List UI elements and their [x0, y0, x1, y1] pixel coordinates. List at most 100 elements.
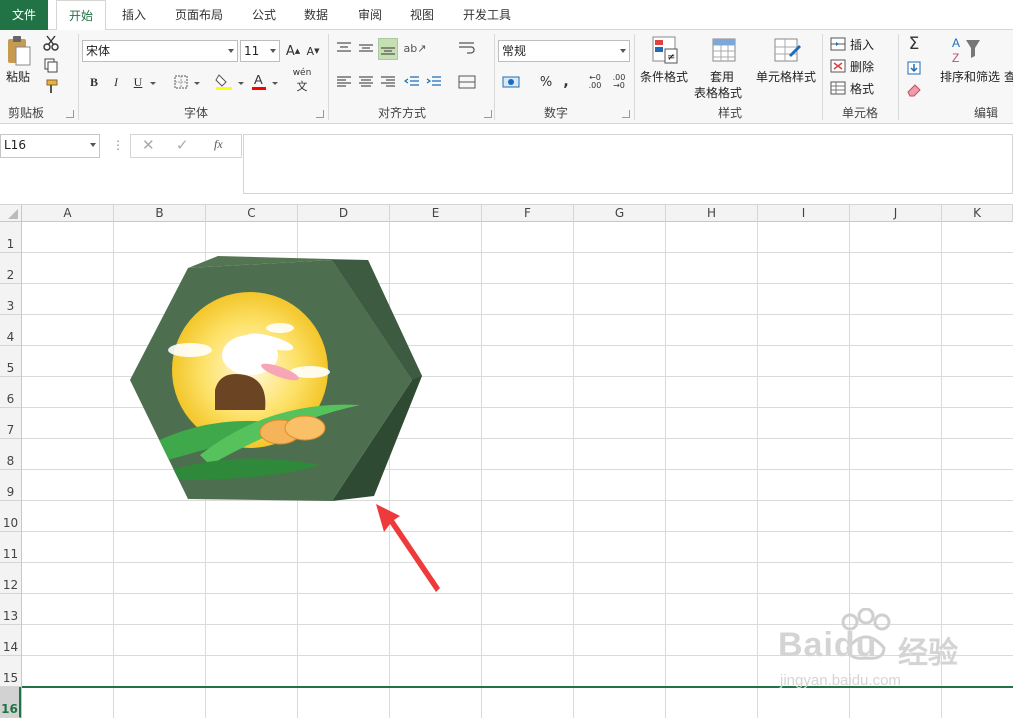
format-as-table-icon[interactable]	[710, 34, 740, 66]
tab-insert[interactable]: 插入	[112, 0, 156, 30]
increase-indent-icon[interactable]	[424, 72, 444, 92]
row-header[interactable]: 11	[0, 532, 21, 563]
tab-review[interactable]: 审阅	[348, 0, 392, 30]
cancel-icon[interactable]: ✕	[142, 136, 155, 154]
paste-label[interactable]: 粘贴	[6, 68, 30, 85]
column-header-e[interactable]: E	[390, 205, 482, 222]
increase-font-icon[interactable]: A ▲	[284, 40, 302, 62]
tab-home[interactable]: 开始	[56, 0, 106, 31]
row-header[interactable]: 3	[0, 284, 21, 315]
insert-cells-icon[interactable]	[830, 36, 846, 52]
chevron-down-icon[interactable]	[192, 78, 202, 88]
font-color-icon[interactable]: A	[250, 70, 268, 92]
decrease-font-icon[interactable]: A ▼	[304, 40, 322, 62]
column-header-b[interactable]: B	[114, 205, 206, 222]
column-header-c[interactable]: C	[206, 205, 298, 222]
align-center-icon[interactable]	[356, 72, 376, 92]
cut-icon[interactable]	[42, 34, 60, 52]
align-top-icon[interactable]	[334, 38, 354, 58]
row-header[interactable]: 13	[0, 594, 21, 625]
insert-cells-label[interactable]: 插入	[850, 36, 874, 53]
clipboard-launcher-icon[interactable]	[66, 110, 74, 118]
tab-developer[interactable]: 开发工具	[454, 0, 520, 30]
decrease-decimal-icon[interactable]: .00 →0	[608, 72, 630, 92]
wrap-text-icon[interactable]	[456, 38, 478, 58]
row-header[interactable]: 6	[0, 377, 21, 408]
row-header[interactable]: 9	[0, 470, 21, 501]
align-middle-icon[interactable]	[356, 38, 376, 58]
format-cells-label[interactable]: 格式	[850, 80, 874, 97]
column-header-g[interactable]: G	[574, 205, 666, 222]
enter-icon[interactable]: ✓	[176, 136, 189, 154]
column-header-f[interactable]: F	[482, 205, 574, 222]
row-header-selected[interactable]: 16	[0, 687, 21, 718]
row-header[interactable]: 15	[0, 656, 21, 687]
find-select-label[interactable]: 查	[1004, 68, 1013, 85]
merge-center-icon[interactable]	[456, 72, 478, 92]
row-header[interactable]: 14	[0, 625, 21, 656]
number-format-select[interactable]: 常规	[498, 40, 630, 62]
sort-filter-icon[interactable]: AZ	[950, 34, 982, 66]
font-family-select[interactable]: 宋体	[82, 40, 238, 62]
phonetic-guide-icon[interactable]: wén 文	[292, 68, 312, 93]
autosum-icon[interactable]: Σ	[904, 34, 924, 54]
tab-formulas[interactable]: 公式	[244, 0, 284, 30]
format-painter-icon[interactable]	[42, 78, 60, 96]
border-icon[interactable]	[170, 72, 192, 92]
tab-page-layout[interactable]: 页面布局	[166, 0, 232, 30]
chevron-down-icon[interactable]	[148, 78, 158, 88]
format-as-table-label-1[interactable]: 套用	[710, 68, 734, 85]
bold-button[interactable]: B	[86, 72, 102, 92]
copy-icon[interactable]	[42, 56, 60, 74]
conditional-format-icon[interactable]: ≠	[650, 34, 680, 66]
column-header-k[interactable]: K	[942, 205, 1013, 222]
select-all-button[interactable]	[0, 205, 22, 222]
sort-filter-label[interactable]: 排序和筛选	[940, 68, 1000, 85]
row-header[interactable]: 12	[0, 563, 21, 594]
row-header[interactable]: 2	[0, 253, 21, 284]
fill-color-icon[interactable]	[214, 70, 234, 92]
decrease-indent-icon[interactable]	[402, 72, 422, 92]
align-bottom-icon[interactable]	[378, 38, 398, 60]
more-icon[interactable]: ⋮	[112, 138, 124, 152]
font-launcher-icon[interactable]	[316, 110, 324, 118]
tab-data[interactable]: 数据	[296, 0, 336, 30]
clear-icon[interactable]	[904, 80, 924, 100]
tab-view[interactable]: 视图	[400, 0, 444, 30]
column-header-a[interactable]: A	[22, 205, 114, 222]
align-left-icon[interactable]	[334, 72, 354, 92]
alignment-launcher-icon[interactable]	[484, 110, 492, 118]
name-box[interactable]: L16	[0, 134, 100, 158]
comma-button[interactable]: ,	[558, 72, 574, 92]
delete-cells-icon[interactable]	[830, 58, 846, 74]
delete-cells-label[interactable]: 删除	[850, 58, 874, 75]
tab-file[interactable]: 文件	[0, 0, 48, 30]
accounting-format-icon[interactable]	[500, 72, 522, 92]
hexagon-3d-picture[interactable]	[120, 250, 430, 510]
font-size-select[interactable]: 11	[240, 40, 280, 62]
row-header[interactable]: 5	[0, 346, 21, 377]
format-as-table-label-2[interactable]: 表格格式	[694, 84, 742, 101]
cell-styles-label[interactable]: 单元格样式	[756, 68, 816, 85]
column-header-i[interactable]: I	[758, 205, 850, 222]
column-header-j[interactable]: J	[850, 205, 942, 222]
row-header[interactable]: 8	[0, 439, 21, 470]
orientation-icon[interactable]: ab↗	[404, 38, 427, 58]
cell-styles-icon[interactable]	[772, 34, 802, 66]
italic-button[interactable]: I	[108, 72, 124, 92]
row-header[interactable]: 1	[0, 222, 21, 253]
format-cells-icon[interactable]	[830, 80, 846, 96]
insert-function-icon[interactable]: fx	[214, 137, 223, 152]
row-header[interactable]: 7	[0, 408, 21, 439]
chevron-down-icon[interactable]	[270, 78, 280, 88]
row-header[interactable]: 10	[0, 501, 21, 532]
percent-button[interactable]: %	[538, 72, 554, 92]
chevron-down-icon[interactable]	[236, 78, 246, 88]
number-launcher-icon[interactable]	[622, 110, 630, 118]
conditional-format-label[interactable]: 条件格式	[640, 68, 688, 85]
formula-input[interactable]	[243, 134, 1013, 194]
column-header-h[interactable]: H	[666, 205, 758, 222]
fill-icon[interactable]	[904, 58, 924, 78]
paste-icon[interactable]	[4, 34, 34, 68]
align-right-icon[interactable]	[378, 72, 398, 92]
